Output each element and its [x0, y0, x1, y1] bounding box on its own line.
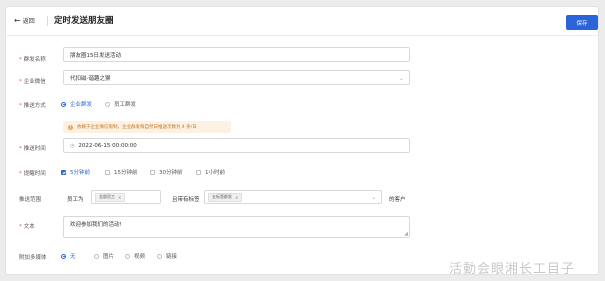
push-limit-tip: ! 依赖于企业微信限制，企业群发每自然日推送次数为 4 条/日: [63, 121, 231, 133]
radio-unchecked-icon: [105, 101, 110, 107]
scope-suffix: 的客户: [389, 197, 406, 203]
radio-media-none[interactable]: 无: [61, 252, 76, 260]
customer-tag-label: 五标签群发: [212, 194, 232, 199]
scope-label: 推送范围: [19, 197, 42, 203]
text-area[interactable]: 欢迎参加我们的活动! ◢: [63, 216, 410, 238]
checkbox-icon: [196, 169, 201, 175]
employee-label: 员工为: [67, 197, 84, 203]
close-icon[interactable]: ✕: [118, 195, 121, 200]
text-label: * 文本: [19, 224, 35, 230]
push-time-label: * 推送时间: [19, 146, 46, 152]
arrow-left-icon: ←: [14, 15, 21, 25]
chevron-down-icon: ⌄: [398, 75, 404, 82]
wecom-label: * 企业微信: [19, 79, 46, 85]
radio-checked-icon: [61, 101, 66, 107]
radio-media-image-label: 图片: [103, 254, 115, 260]
save-button[interactable]: 保存: [566, 15, 598, 30]
header-divider: [47, 16, 48, 26]
radio-enterprise-label: 企业群发: [70, 102, 93, 108]
warning-icon: !: [68, 124, 73, 130]
remind-label: * 提醒时间: [19, 171, 46, 177]
radio-employee-label: 员工群发: [114, 102, 137, 108]
tag-label: 且带有标签: [172, 197, 200, 203]
radio-media-video[interactable]: 视频: [125, 252, 145, 260]
tip-text: 依赖于企业微信限制，企业群发每自然日推送次数为 4 条/日: [77, 125, 197, 130]
name-value: 朋友圈15日发送活动: [70, 52, 121, 59]
employee-tag-label: 全部员工: [99, 194, 115, 199]
check-30min-label: 30分钟前: [159, 170, 183, 176]
check-1hour-label: 1小时前: [205, 170, 225, 176]
push-mode-label: * 推送方式: [19, 103, 46, 109]
radio-media-link[interactable]: 链接: [157, 252, 177, 260]
radio-unchecked-icon: [94, 253, 99, 259]
customer-tag-select[interactable]: 五标签群发 ✕ ⌄: [204, 190, 382, 204]
radio-media-image[interactable]: 图片: [94, 252, 114, 260]
close-icon[interactable]: ✕: [235, 195, 238, 200]
clock-icon: ◷: [70, 142, 75, 149]
check-5min-label: 5分钟前: [70, 170, 90, 176]
chevron-down-icon: ⌄: [370, 194, 376, 201]
checkbox-icon: [150, 169, 155, 175]
radio-enterprise[interactable]: 企业群发: [61, 100, 92, 108]
radio-media-video-label: 视频: [134, 254, 146, 260]
name-label: * 群发名称: [19, 57, 46, 63]
check-15min-label: 15分钟前: [114, 170, 138, 176]
push-time-picker[interactable]: ◷ 2022-06-15 00:00:00: [63, 138, 410, 153]
text-value: 欢迎参加我们的活动!: [70, 222, 122, 228]
customer-tag: 五标签群发 ✕: [208, 192, 243, 202]
employee-select[interactable]: 全部员工 ✕: [91, 190, 161, 204]
radio-media-link-label: 链接: [166, 254, 178, 260]
back-label: 返回: [22, 18, 35, 25]
radio-unchecked-icon: [157, 253, 162, 259]
name-input[interactable]: 朋友圈15日发送活动: [63, 47, 410, 62]
wecom-select[interactable]: 代扣磁-谐趣之猴 ⌄: [63, 70, 410, 85]
check-30min[interactable]: 30分钟前: [150, 168, 183, 176]
check-5min[interactable]: 5分钟前: [61, 168, 90, 176]
checkbox-icon: [105, 169, 110, 175]
back-button[interactable]: ← 返回: [14, 16, 35, 25]
push-time-value: 2022-06-15 00:00:00: [78, 142, 137, 149]
form-card: ← 返回 定时发送朋友圈 保存 * 群发名称 朋友圈15日发送活动 * 企业微信 代…: [5, 6, 599, 275]
watermark: 活動会眼湘长工目子: [449, 262, 576, 277]
check-1hour[interactable]: 1小时前: [196, 168, 225, 176]
page-title: 定时发送朋友圈: [54, 16, 114, 26]
checkbox-checked-icon: [61, 169, 66, 175]
radio-media-none-label: 无: [70, 254, 76, 260]
wecom-value: 代扣磁-谐趣之猴: [70, 75, 111, 82]
employee-tag: 全部员工 ✕: [95, 192, 126, 202]
page-header: ← 返回 定时发送朋友圈 保存: [6, 7, 598, 36]
media-label: 附加多媒体: [19, 255, 47, 261]
check-15min[interactable]: 15分钟前: [105, 168, 138, 176]
radio-checked-icon: [61, 253, 66, 259]
radio-unchecked-icon: [125, 253, 130, 259]
radio-employee[interactable]: 员工群发: [105, 100, 136, 108]
resize-handle-icon[interactable]: ◢: [404, 231, 408, 237]
